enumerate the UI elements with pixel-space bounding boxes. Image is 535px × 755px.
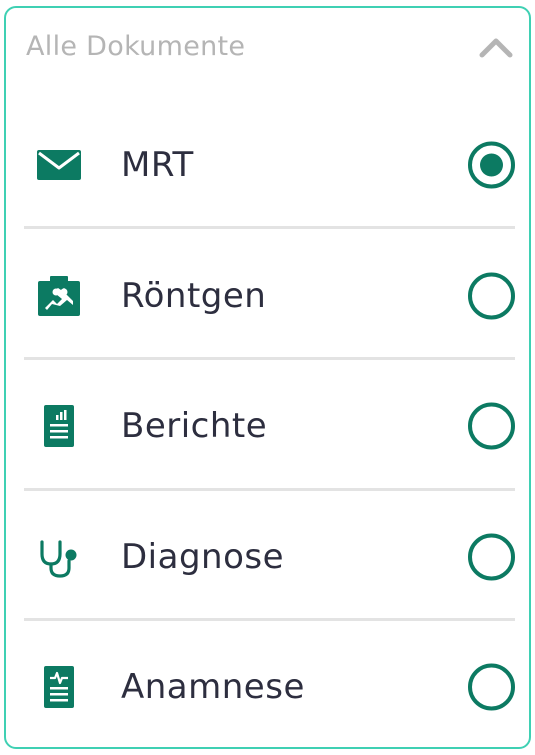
medical-history-icon [36, 664, 82, 710]
divider [24, 618, 515, 621]
radio-button[interactable] [468, 663, 515, 711]
option-label: Röntgen [121, 276, 267, 316]
option-label: Berichte [121, 406, 268, 446]
dropdown-header[interactable]: Alle Dokumente [6, 8, 529, 92]
report-document-icon [36, 403, 82, 449]
stethoscope-icon [36, 534, 82, 580]
radio-button[interactable] [468, 402, 515, 450]
chevron-up-icon[interactable] [479, 36, 513, 58]
dropdown-title: Alle Dokumente [26, 31, 246, 62]
radio-dot [480, 153, 503, 177]
document-filter-dropdown: Alle Dokumente MRT Röntgen Berichte Diag… [4, 6, 531, 749]
option-label: MRT [121, 145, 194, 185]
option-roentgen[interactable]: Röntgen [6, 231, 529, 361]
divider [24, 226, 515, 229]
radio-button[interactable] [468, 533, 515, 581]
divider [24, 357, 515, 360]
radio-button-selected[interactable] [468, 141, 515, 189]
envelope-icon [36, 142, 82, 188]
option-diagnose[interactable]: Diagnose [6, 492, 529, 622]
option-anamnese[interactable]: Anamnese [6, 622, 529, 752]
divider [24, 488, 515, 491]
option-label: Diagnose [121, 537, 285, 577]
option-berichte[interactable]: Berichte [6, 361, 529, 491]
option-mrt[interactable]: MRT [6, 100, 529, 230]
radio-button[interactable] [468, 272, 515, 320]
xray-image-icon [36, 273, 82, 319]
option-label: Anamnese [121, 667, 305, 707]
